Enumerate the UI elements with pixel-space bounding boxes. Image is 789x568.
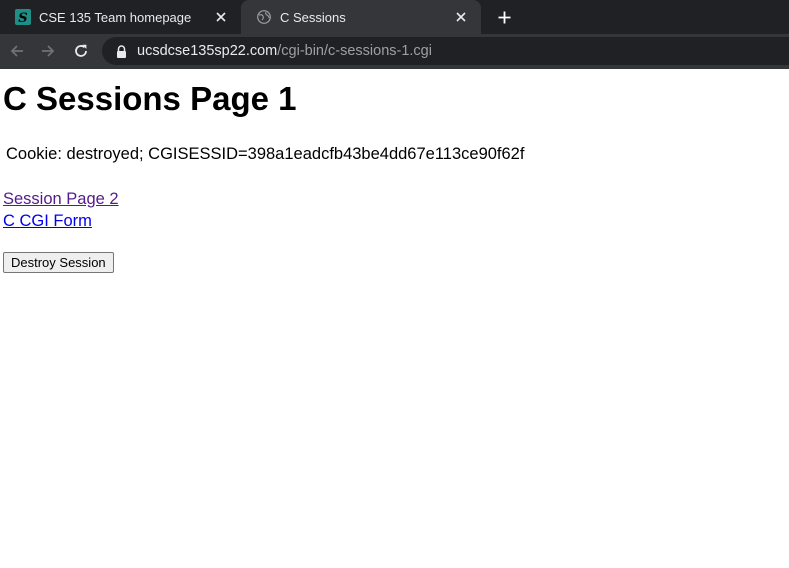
lock-icon[interactable] bbox=[116, 44, 128, 58]
close-tab-icon[interactable] bbox=[213, 9, 229, 25]
s-logo-icon: S bbox=[15, 9, 31, 25]
cookie-status-text: Cookie: destroyed; CGISESSID=398a1eadcfb… bbox=[6, 145, 525, 163]
tab-title: CSE 135 Team homepage bbox=[39, 9, 192, 25]
url-path: /cgi-bin/c-sessions-1.cgi bbox=[277, 43, 432, 59]
forward-arrow-icon bbox=[42, 45, 55, 57]
c-cgi-form-link[interactable]: C CGI Form bbox=[3, 212, 92, 231]
forward-button[interactable] bbox=[38, 41, 58, 61]
plus-icon bbox=[498, 11, 510, 23]
back-arrow-icon bbox=[10, 45, 23, 57]
close-tab-icon[interactable] bbox=[453, 9, 469, 25]
url-text: ucsdcse135sp22.com/cgi-bin/c-sessions-1.… bbox=[137, 43, 432, 59]
new-tab-button[interactable] bbox=[493, 7, 515, 27]
url-host: ucsdcse135sp22.com bbox=[137, 43, 278, 59]
svg-text:S: S bbox=[18, 11, 27, 25]
address-bar[interactable]: ucsdcse135sp22.com/cgi-bin/c-sessions-1.… bbox=[102, 37, 789, 65]
reload-icon bbox=[75, 44, 87, 57]
page-title: C Sessions Page 1 bbox=[3, 80, 297, 117]
tab-c-sessions[interactable]: C Sessions bbox=[241, 0, 481, 34]
page-content: C Sessions Page 1 Cookie: destroyed; CGI… bbox=[0, 69, 789, 568]
globe-icon bbox=[256, 9, 272, 25]
reload-button[interactable] bbox=[71, 41, 91, 61]
tab-strip: S CSE 135 Team homepage C Sessions bbox=[0, 0, 789, 34]
tab-cse135-homepage[interactable]: S CSE 135 Team homepage bbox=[0, 0, 241, 34]
destroy-session-button[interactable]: Destroy Session bbox=[3, 252, 114, 273]
tab-title: C Sessions bbox=[280, 9, 346, 25]
session-page-2-link[interactable]: Session Page 2 bbox=[3, 190, 119, 209]
back-button[interactable] bbox=[7, 41, 27, 61]
